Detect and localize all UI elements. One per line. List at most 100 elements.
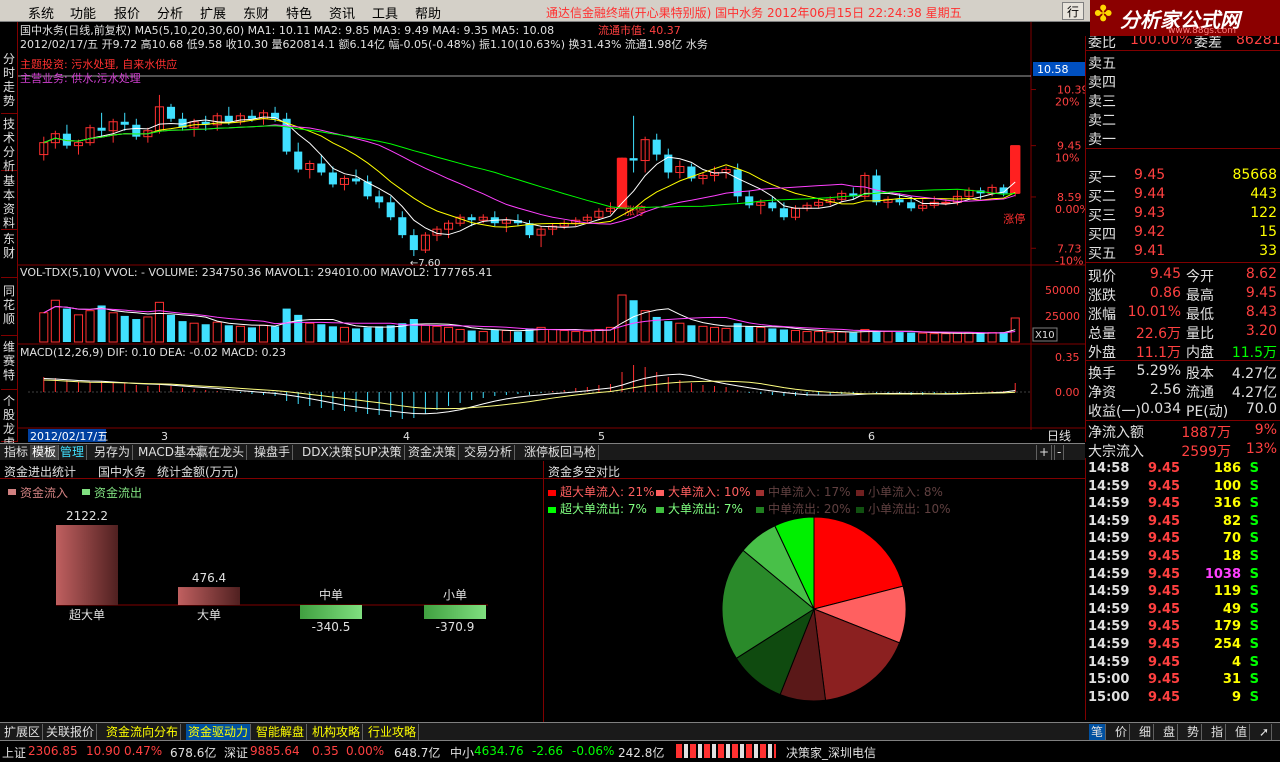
right-tab[interactable]: 值 (1233, 724, 1251, 740)
right-tab[interactable]: 价 (1113, 724, 1131, 740)
volume-bar (305, 322, 315, 343)
clover-icon: ✤ (1094, 2, 1113, 27)
bid-volume: 122 (1250, 205, 1277, 221)
side-tab[interactable]: 东财 (1, 232, 17, 278)
tick-volume: 82 (1222, 513, 1241, 529)
tab-fund-stats[interactable]: 资金进出统计 (4, 463, 76, 480)
pct-tick: 0.00% (1055, 203, 1085, 216)
side-tab[interactable]: 个股龙虎 (1, 394, 17, 450)
volume-bar (895, 332, 904, 342)
tick-price: 9.45 (1148, 478, 1181, 494)
right-tab[interactable]: 笔 (1089, 724, 1107, 740)
indicator-tab[interactable]: 交易分析 (462, 445, 516, 460)
tick-row: 14:59 9.45 4 S (1086, 654, 1280, 672)
volume-bar (790, 330, 801, 343)
volume-bar (490, 329, 499, 342)
stat-label: 涨跌 (1088, 288, 1116, 304)
indicator-tab[interactable]: 赢在龙头 (194, 445, 248, 460)
side-tab[interactable]: 同花顺 (1, 284, 17, 336)
kline-chart-area[interactable]: 国中水务(日线,前复权) MA5(5,10,20,30,60) MA1: 10.… (18, 22, 1085, 442)
side-tab[interactable]: 分时走势 (1, 52, 17, 114)
tick-list: 14:58 9.45 186 S 14:59 9.45 100 S 14:59 9.45 316 S 1… (1085, 458, 1280, 720)
tick-volume: 316 (1213, 496, 1241, 512)
menu-item[interactable]: 帮助 (415, 3, 441, 22)
menu-item[interactable]: 扩展 (200, 3, 226, 22)
indicator-tab[interactable]: SUP决策 (352, 445, 405, 460)
volume-bar (687, 325, 696, 342)
ma-line (43, 125, 1016, 209)
right-tab[interactable]: 细 (1137, 724, 1155, 740)
candle-body (132, 124, 141, 137)
stat-value: 9.45 (1245, 285, 1277, 301)
pct-tick: 10% (1055, 152, 1079, 165)
sh-change: 10.90 (86, 744, 121, 758)
tick-price: 9.45 (1148, 566, 1181, 582)
quote-stat-row: 总量 22.6万 量比 3.20 (1086, 322, 1280, 342)
tick-time: 14:59 (1088, 531, 1130, 547)
menu-item[interactable]: 报价 (114, 3, 140, 22)
volume-bar (941, 333, 951, 343)
volume-scale: X10 (1035, 330, 1055, 341)
right-tab[interactable]: 指 (1209, 724, 1227, 740)
menu-item[interactable]: 系统 (28, 3, 54, 22)
menu-item[interactable]: 分析 (157, 3, 183, 22)
tab-control-button[interactable]: - (1054, 445, 1065, 460)
indicator-tab[interactable]: 涨停板回马枪 (522, 445, 600, 460)
fund-bar (300, 605, 362, 619)
right-tab-bar: 笔价细盘势指值 ➚ (1085, 722, 1280, 740)
volume-bar (351, 328, 361, 342)
bottom-tab[interactable]: 行业攻略 (366, 724, 420, 740)
volume-bar (999, 332, 1008, 342)
indicator-tab[interactable]: 操盘手 (252, 445, 294, 460)
volume-header: VOL-TDX(5,10) VVOL: - VOLUME: 234750.36 … (20, 266, 492, 279)
menu-item[interactable]: 资讯 (329, 3, 355, 22)
volume-bar (154, 301, 164, 343)
volume-bar (571, 331, 581, 343)
volume-bar (201, 324, 210, 342)
volume-bar (455, 328, 465, 343)
side-tab[interactable]: 维赛特 (1, 340, 17, 390)
ask-label: 卖一 (1088, 132, 1116, 148)
quote-stat-row: 现价 9.45 今开 8.62 (1086, 265, 1280, 285)
menu-item[interactable]: 特色 (286, 3, 312, 22)
volume-bar (178, 321, 187, 342)
menu-item[interactable]: 功能 (70, 3, 96, 22)
tick-row: 14:59 9.45 254 S (1086, 636, 1280, 654)
stat-label: 外盘 (1088, 345, 1116, 361)
bottom-tab[interactable]: 关联报价 (44, 724, 98, 740)
indicator-tab[interactable]: DDX决策 (300, 445, 356, 460)
menu-right-button[interactable]: 行 (1062, 2, 1084, 20)
volume-bar (282, 308, 291, 342)
volume-bar (964, 332, 974, 343)
stat-value: 11.1万 (1135, 345, 1181, 361)
tab-control-button[interactable]: + (1036, 445, 1053, 460)
indicator-tab[interactable]: 模板 (30, 445, 60, 460)
macd-tick: 0.35 (1055, 351, 1080, 364)
indicator-tab[interactable]: MACD基本 (136, 445, 201, 460)
indicator-tab[interactable]: 指标 (2, 445, 32, 460)
bottom-tab[interactable]: 扩展区 (2, 724, 44, 740)
bottom-tab[interactable]: 智能解盘 (254, 724, 308, 740)
menu-item[interactable]: 工具 (372, 3, 398, 22)
volume-bar (224, 325, 233, 342)
indicator-tab[interactable]: 管理 (58, 445, 88, 460)
tick-price: 9.45 (1148, 496, 1181, 512)
side-tab[interactable]: 技术分析 (1, 117, 17, 173)
macd-header: MACD(12,26,9) DIF: 0.10 DEA: -0.02 MACD:… (20, 346, 286, 359)
bottom-tab[interactable]: 机构攻略 (310, 724, 364, 740)
tick-time: 15:00 (1088, 672, 1130, 688)
indicator-tab[interactable]: 资金决策 (406, 445, 460, 460)
menu-item[interactable]: 东财 (243, 3, 269, 22)
side-tab[interactable]: 基本资料 (1, 174, 17, 230)
zx-percent: -0.06% (572, 744, 615, 758)
bottom-tab[interactable]: 资金流向分布 (104, 724, 182, 740)
indicator-tab[interactable]: 另存为 (92, 445, 134, 460)
volume-bar (363, 327, 372, 342)
volume-bar (258, 324, 269, 343)
right-tab[interactable]: 势 (1185, 724, 1203, 740)
bottom-tab[interactable]: 资金驱动力 (186, 724, 252, 740)
right-tab[interactable]: 盘 (1161, 724, 1179, 740)
volume-bar (814, 331, 824, 343)
macd-tick: 0.00 (1055, 386, 1080, 399)
right-tab[interactable]: ➚ (1257, 724, 1273, 740)
